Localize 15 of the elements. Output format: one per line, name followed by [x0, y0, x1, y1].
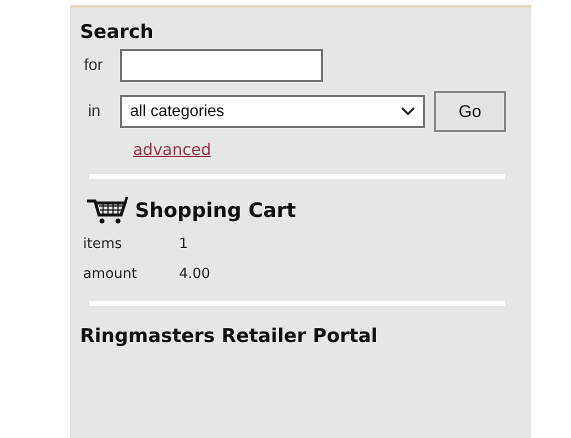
shopping-cart-icon [85, 195, 129, 225]
go-button[interactable]: Go [434, 91, 506, 132]
cart-heading: Shopping Cart [135, 198, 296, 222]
for-label: for [83, 56, 104, 74]
cart-value: 4.00 [179, 265, 210, 284]
chevron-down-icon [401, 107, 415, 116]
cart-label: items [82, 235, 123, 254]
portal-heading: Ringmasters Retailer Portal [80, 324, 379, 348]
cart-label: amount [82, 265, 138, 284]
in-label: in [87, 102, 102, 120]
search-field[interactable] [120, 49, 323, 82]
category-dropdown[interactable]: all categories [120, 95, 425, 128]
advanced-link[interactable]: advanced [133, 140, 212, 159]
search-heading: Search [80, 20, 155, 44]
cart-value: 1 [179, 235, 188, 254]
